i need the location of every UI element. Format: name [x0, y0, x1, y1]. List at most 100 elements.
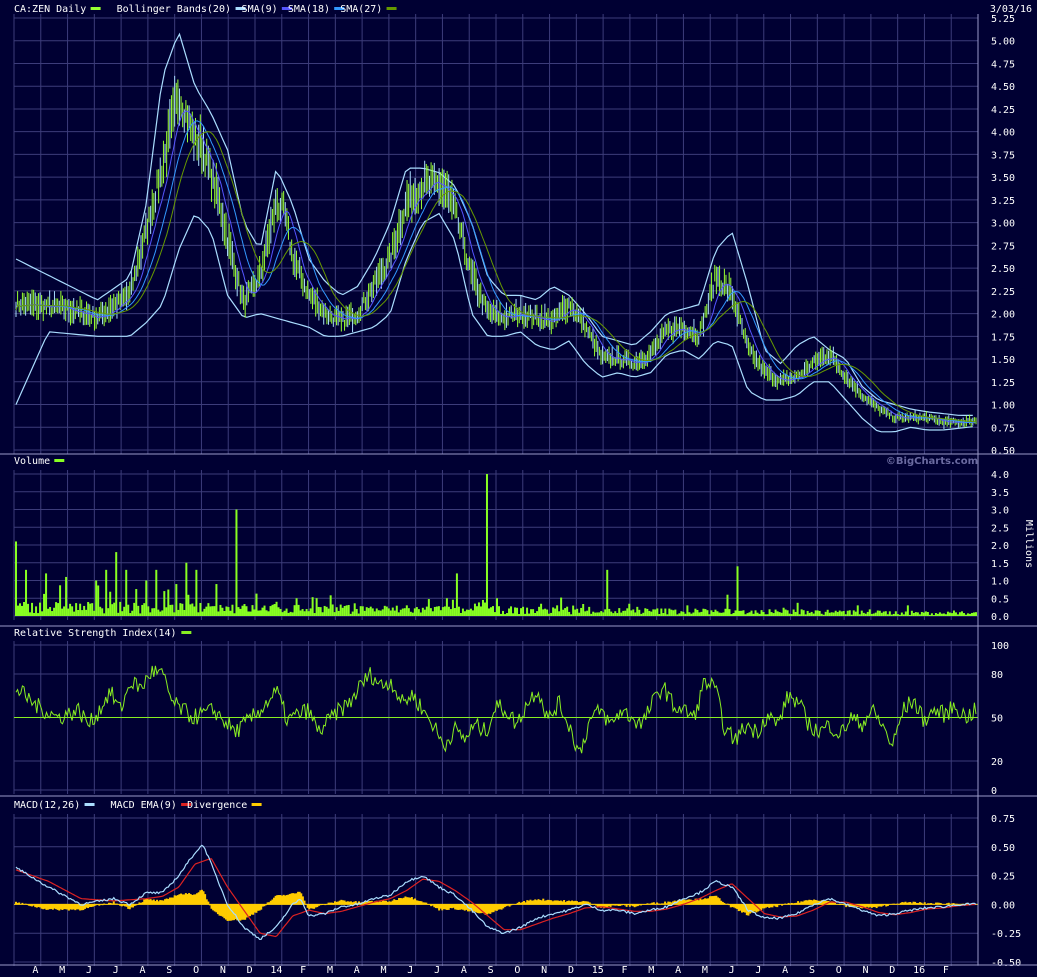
x-tick-label: A [140, 965, 146, 976]
y-tick-label: 3.5 [991, 488, 1009, 499]
y-tick-label: 0.0 [991, 612, 1009, 623]
y-tick-label: 1.25 [991, 378, 1015, 389]
y-tick-label: 4.00 [991, 128, 1015, 139]
y-tick-label: 20 [991, 757, 1003, 768]
y-tick-label: -0.25 [991, 929, 1021, 940]
y-tick-label: 1.50 [991, 355, 1015, 366]
y-tick-label: -0.50 [991, 958, 1021, 969]
watermark: ©BigCharts.com [886, 456, 978, 467]
y-tick-label: 3.50 [991, 173, 1015, 184]
x-tick-label: S [166, 965, 172, 976]
x-tick-label: A [354, 965, 360, 976]
y-tick-label: 0.75 [991, 423, 1015, 434]
legend-swatch [84, 803, 95, 806]
x-tick-label: O [836, 965, 842, 976]
stock-chart: 5.255.004.754.504.254.003.753.503.253.00… [0, 0, 1037, 977]
x-tick-label: 14 [270, 965, 282, 976]
y-tick-label: 50 [991, 714, 1003, 725]
x-tick-label: M [59, 965, 65, 976]
x-tick-label: J [434, 965, 440, 976]
x-tick-label: N [220, 965, 226, 976]
x-tick-label: J [86, 965, 92, 976]
y-tick-label: 4.0 [991, 470, 1009, 481]
x-tick-label: S [488, 965, 494, 976]
x-tick-label: M [702, 965, 708, 976]
legend-text: MACD(12,26) [14, 800, 80, 811]
legend-text: Volume [14, 456, 50, 467]
y-tick-label: 2.00 [991, 310, 1015, 321]
x-tick-label: N [541, 965, 547, 976]
y-tick-label: 2.25 [991, 287, 1015, 298]
macd-legend: MACD(12,26) MACD EMA(9) Divergence [14, 800, 262, 811]
y-tick-label: 0 [991, 786, 997, 797]
x-tick-label: F [622, 965, 628, 976]
y-tick-label: 80 [991, 670, 1003, 681]
y-tick-label: 3.00 [991, 219, 1015, 230]
rsi-legend: Relative Strength Index(14) [14, 628, 192, 639]
y-tick-label: 3.0 [991, 506, 1009, 517]
y-tick-label: 5.25 [991, 14, 1015, 25]
x-tick-label: M [381, 965, 387, 976]
x-tick-label: F [300, 965, 306, 976]
date-label: 3/03/16 [990, 4, 1032, 15]
y-tick-label: 2.75 [991, 241, 1015, 252]
legend-text: SMA(9) [242, 4, 278, 15]
x-tick-label: A [675, 965, 681, 976]
y-tick-label: 5.00 [991, 37, 1015, 48]
y-tick-label: 1.5 [991, 559, 1009, 570]
legend-swatch [54, 459, 65, 462]
y-tick-label: 0.50 [991, 843, 1015, 854]
y-tick-label: 3.75 [991, 150, 1015, 161]
legend-text: Bollinger Bands(20) [117, 4, 231, 15]
x-tick-label: 16 [913, 965, 925, 976]
x-tick-label: J [755, 965, 761, 976]
y-tick-label: 2.0 [991, 541, 1009, 552]
x-axis-labels: A M J J A S O N D 14 F M A M J J A S O N D 15 F M A M J J A S O N D 16 F [32, 965, 948, 976]
x-tick-label: N [863, 965, 869, 976]
y-tick-label: 0.5 [991, 594, 1009, 605]
x-tick-label: A [32, 965, 38, 976]
y-tick-label: 2.5 [991, 523, 1009, 534]
legend-text: MACD EMA(9) [111, 800, 177, 811]
x-tick-label: 15 [592, 965, 604, 976]
x-tick-label: M [327, 965, 333, 976]
y-tick-label: 2.50 [991, 264, 1015, 275]
x-tick-label: F [943, 965, 949, 976]
legend-text: CA:ZEN Daily [14, 4, 86, 15]
y-tick-label: 1.00 [991, 401, 1015, 412]
x-tick-label: J [113, 965, 119, 976]
x-tick-label: D [568, 965, 574, 976]
y-tick-label: 3.25 [991, 196, 1015, 207]
legend-text: SMA(18) [288, 4, 330, 15]
x-tick-label: A [782, 965, 788, 976]
x-tick-label: A [461, 965, 467, 976]
legend-text: SMA(27) [340, 4, 382, 15]
legend-swatch [181, 631, 192, 634]
y-tick-label: 0.25 [991, 872, 1015, 883]
volume-y-ticks: 4.0 3.5 3.0 2.5 2.0 1.5 1.0 0.5 0.0 [991, 470, 1009, 623]
legend-swatch [90, 7, 101, 10]
chart-background [0, 0, 1037, 977]
y-tick-label: 4.50 [991, 82, 1015, 93]
y-tick-label: 1.75 [991, 332, 1015, 343]
x-tick-label: J [407, 965, 413, 976]
y-tick-label: 0.75 [991, 814, 1015, 825]
legend-swatch [386, 7, 397, 10]
x-tick-label: J [729, 965, 735, 976]
y-tick-label: 4.75 [991, 59, 1015, 70]
x-tick-label: D [247, 965, 253, 976]
volume-y-label: Millions [1023, 520, 1034, 568]
legend-text: Divergence [187, 800, 247, 811]
x-tick-label: O [514, 965, 520, 976]
x-tick-label: S [809, 965, 815, 976]
y-tick-label: 1.0 [991, 577, 1009, 588]
legend-text: Relative Strength Index(14) [14, 628, 177, 639]
y-tick-label: 100 [991, 641, 1009, 652]
x-tick-label: O [193, 965, 199, 976]
x-tick-label: D [889, 965, 895, 976]
y-tick-label: 4.25 [991, 105, 1015, 116]
y-tick-label: 0.00 [991, 900, 1015, 911]
x-tick-label: M [648, 965, 654, 976]
legend-swatch [251, 803, 262, 806]
y-tick-label: 0.50 [991, 446, 1015, 457]
